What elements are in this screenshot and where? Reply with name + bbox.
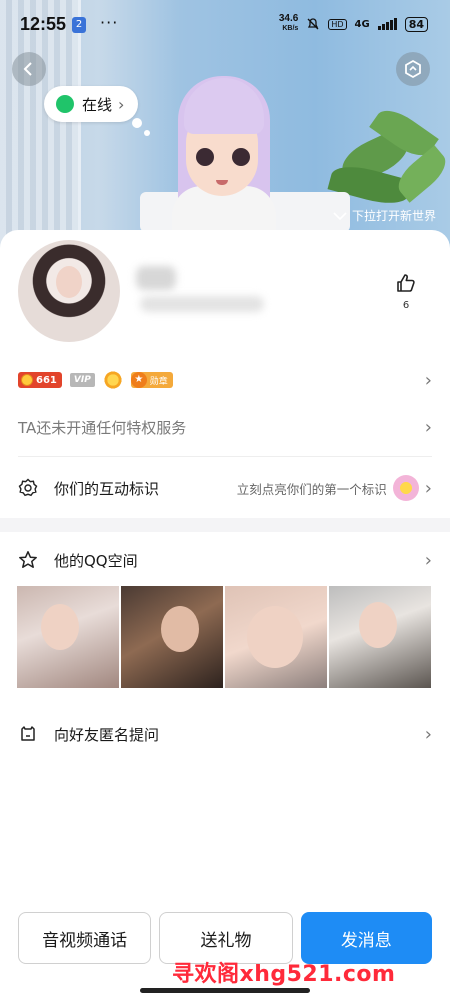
- like-count: 6: [402, 300, 410, 311]
- signal-strength-icon: [377, 18, 397, 30]
- qzone-photos: [17, 586, 431, 688]
- badges-row[interactable]: 661 VIP ★ 勋章 ›: [18, 366, 432, 394]
- chevron-right-icon: ›: [118, 94, 125, 114]
- online-status-text: 在线: [82, 95, 113, 114]
- battery-indicator: 84: [404, 16, 428, 32]
- chevron-left-icon: [23, 62, 32, 76]
- av-call-button[interactable]: 音视频通话: [18, 912, 152, 964]
- qzone-photo[interactable]: [225, 586, 327, 688]
- chevron-right-icon: ›: [424, 416, 432, 438]
- more-notifications-icon: ···: [100, 13, 119, 32]
- level-badge: 661: [18, 372, 62, 388]
- avatar-eye-right: [232, 148, 250, 166]
- qzone-title: 他的QQ空间: [54, 551, 138, 570]
- network-speed-unit: KB/s: [282, 25, 299, 32]
- bubble-tail-dot: [144, 130, 150, 136]
- back-button[interactable]: [12, 52, 46, 86]
- vip-badge: VIP: [69, 373, 95, 387]
- network-speed-value: 34.6: [278, 13, 299, 24]
- qzone-photo[interactable]: [329, 586, 431, 688]
- section-gap: [0, 518, 450, 532]
- bubble-tail-dot: [132, 118, 142, 128]
- star-icon: [19, 551, 37, 568]
- online-status-bubble[interactable]: 在线 ›: [44, 86, 139, 122]
- anonymous-question-row[interactable]: 向好友匿名提问 ›: [18, 716, 432, 752]
- chevron-right-icon: ›: [424, 549, 432, 571]
- medal-star-icon: ★: [130, 372, 147, 388]
- customize-avatar-button[interactable]: [396, 52, 430, 86]
- hd-voice-icon: HD: [328, 18, 347, 30]
- photo-subject: [247, 606, 303, 668]
- status-time: 12:55: [20, 14, 67, 34]
- chevron-right-icon: ›: [424, 477, 432, 499]
- profile-cover-scene[interactable]: 12:55 2 ··· 34.6 KB/s HD 4G 84 在线 › 下拉打开…: [0, 0, 450, 260]
- flower-badge-icon: [392, 475, 419, 501]
- level-value: 661: [36, 374, 57, 386]
- gear-badge-icon: [18, 478, 38, 497]
- photo-subject: [41, 604, 79, 650]
- anonymous-question-title: 向好友匿名提问: [54, 725, 160, 744]
- interaction-badges-row[interactable]: 你们的互动标识 立刻点亮你们的第一个标识 ›: [18, 470, 432, 506]
- profile-card: 6 661 VIP ★ 勋章 › TA还未开通任何特权服务 › 你们的互动标识 …: [0, 230, 450, 1000]
- status-indicators: 34.6 KB/s HD 4G 84: [279, 14, 428, 34]
- like-button[interactable]: 6: [392, 272, 420, 311]
- watermark-text: 寻欢阁xhg521.com: [172, 962, 396, 987]
- mute-bell-icon: [307, 18, 319, 30]
- avatar-eye-left: [196, 148, 214, 166]
- avatar-photo-face: [56, 266, 82, 298]
- network-type: 4G: [354, 18, 370, 30]
- interaction-hint: 立刻点亮你们的第一个标识: [236, 481, 387, 497]
- qzone-photo[interactable]: [17, 586, 119, 688]
- chevron-down-icon: [333, 211, 347, 220]
- qzone-photo[interactable]: [121, 586, 223, 688]
- network-speed: 34.6 KB/s: [279, 14, 298, 34]
- profile-avatar[interactable]: [18, 240, 120, 342]
- anonymous-box-icon: [21, 726, 35, 741]
- photo-subject: [359, 602, 397, 648]
- hexagon-icon: [405, 59, 421, 79]
- interaction-title: 你们的互动标识: [54, 479, 160, 498]
- sun-level-icon: [102, 370, 123, 390]
- medal-badge: ★ 勋章: [130, 372, 173, 388]
- level-coin-icon: [21, 374, 33, 386]
- privilege-text: TA还未开通任何特权服务: [18, 418, 187, 437]
- divider: [18, 456, 432, 457]
- online-dot-icon: [56, 95, 74, 113]
- pull-down-hint: 下拉打开新世界: [332, 207, 436, 224]
- notification-badge: 2: [72, 17, 87, 33]
- nickname-blurred: [136, 266, 176, 290]
- qzone-row[interactable]: 他的QQ空间 ›: [18, 542, 432, 578]
- account-id-blurred: [140, 296, 264, 312]
- chevron-right-icon: ›: [424, 369, 432, 391]
- photo-subject: [161, 606, 199, 652]
- pull-down-hint-text: 下拉打开新世界: [351, 209, 436, 223]
- home-indicator[interactable]: [140, 988, 310, 993]
- privilege-row[interactable]: TA还未开通任何特权服务 ›: [18, 410, 432, 444]
- status-bar: 12:55 2 ··· 34.6 KB/s HD 4G 84: [0, 0, 450, 52]
- chevron-right-icon: ›: [424, 723, 432, 745]
- medal-label: 勋章: [149, 376, 168, 387]
- thumbs-up-icon: [397, 274, 415, 292]
